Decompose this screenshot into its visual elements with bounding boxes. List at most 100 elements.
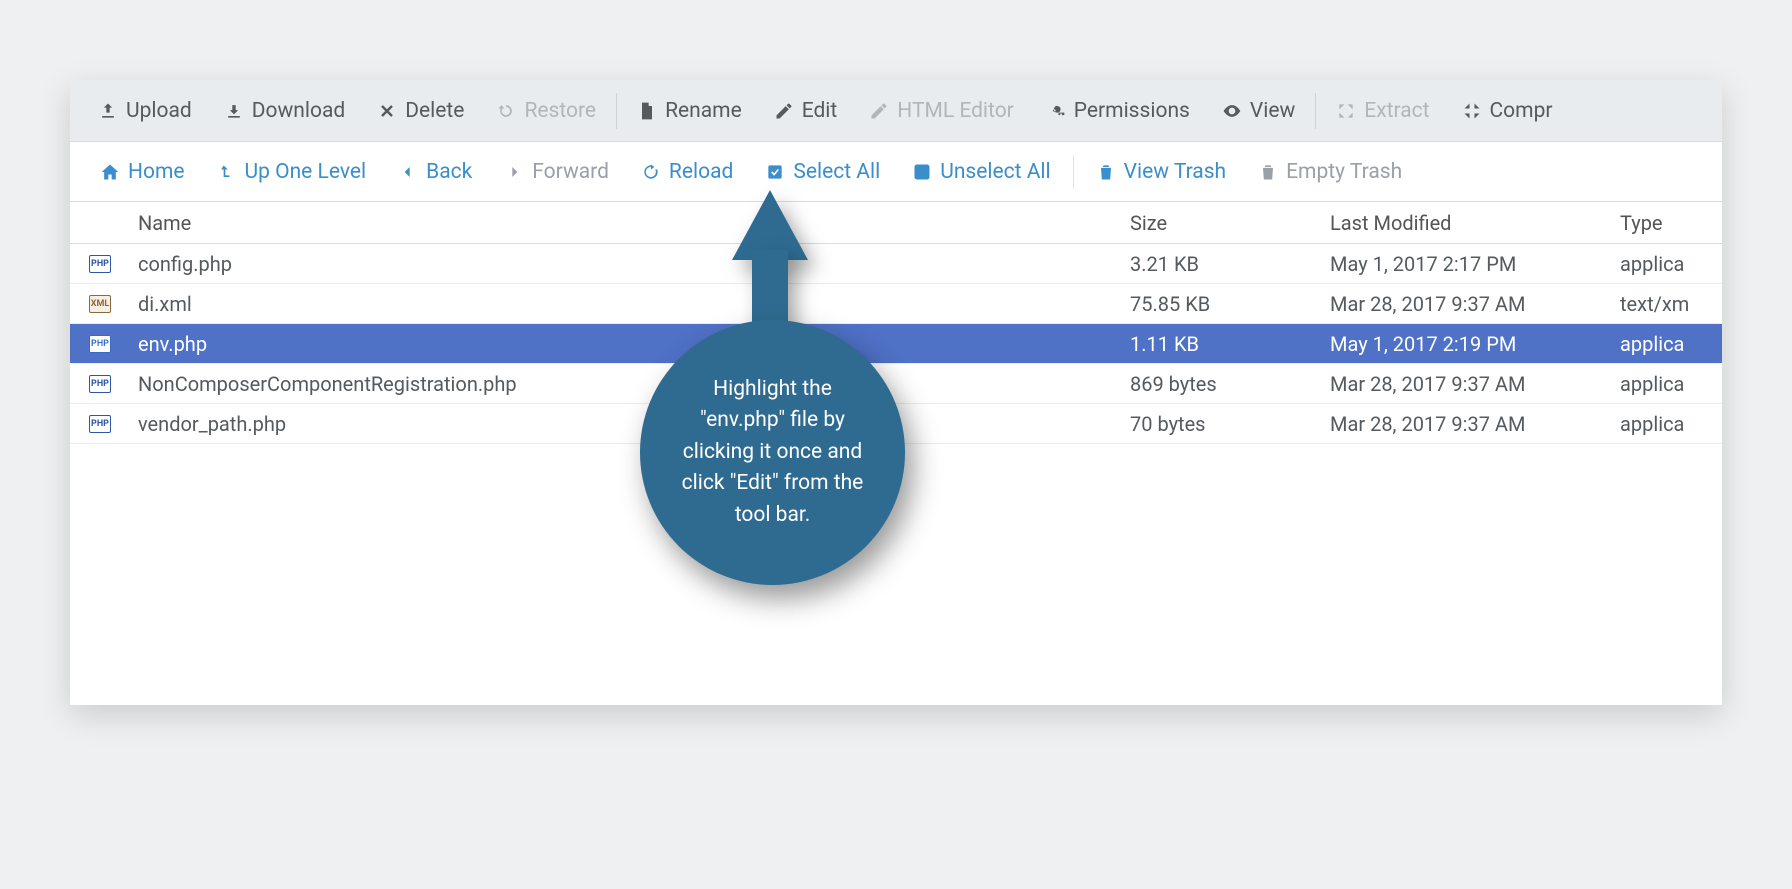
reload-icon — [641, 162, 661, 182]
home-link[interactable]: Home — [84, 142, 201, 201]
restore-icon — [496, 101, 516, 121]
table-body: PHP config.php3.21 KBMay 1, 2017 2:17 PM a… — [70, 244, 1722, 444]
view-trash-link[interactable]: View Trash — [1080, 142, 1243, 201]
unselect-all-label: Unselect All — [940, 160, 1050, 184]
col-type[interactable]: Type — [1612, 211, 1722, 235]
file-name: vendor_path.php — [130, 412, 1122, 436]
html-editor-icon — [869, 101, 889, 121]
download-button[interactable]: Download — [208, 80, 362, 141]
delete-button[interactable]: Delete — [361, 80, 480, 141]
php-file-icon: PHP — [89, 335, 111, 353]
edit-label: Edit — [802, 99, 838, 123]
permissions-label: Permissions — [1074, 99, 1190, 123]
restore-button[interactable]: Restore — [480, 80, 612, 141]
navbar-separator — [1073, 155, 1074, 189]
select-all-icon — [765, 162, 785, 182]
arrow-left-icon — [398, 162, 418, 182]
edit-button[interactable]: Edit — [758, 80, 854, 141]
download-label: Download — [252, 99, 346, 123]
file-type: text/xm — [1612, 292, 1722, 316]
file-table: Name Size Last Modified Type PHP config.p… — [70, 202, 1722, 444]
toolbar-separator — [616, 93, 617, 129]
arrow-right-icon — [504, 162, 524, 182]
rename-button[interactable]: Rename — [621, 80, 758, 141]
delete-icon — [377, 101, 397, 121]
file-modified: May 1, 2017 2:17 PM — [1322, 252, 1612, 276]
file-type: applica — [1612, 372, 1722, 396]
view-trash-label: View Trash — [1124, 160, 1227, 184]
table-row[interactable]: XML di.xml75.85 KBMar 28, 2017 9:37 AMtex… — [70, 284, 1722, 324]
html-editor-button[interactable]: HTML Editor — [853, 80, 1030, 141]
view-button[interactable]: View — [1206, 80, 1311, 141]
delete-label: Delete — [405, 99, 464, 123]
reload-link[interactable]: Reload — [625, 142, 749, 201]
xml-file-icon: XML — [89, 295, 111, 313]
view-label: View — [1250, 99, 1295, 123]
forward-link[interactable]: Forward — [488, 142, 625, 201]
up-one-level-link[interactable]: Up One Level — [201, 142, 383, 201]
file-icon-cell: PHP — [70, 255, 130, 273]
select-all-label: Select All — [793, 160, 880, 184]
home-icon — [100, 162, 120, 182]
table-row[interactable]: PHPvendor_path.php70 bytesMar 28, 2017 9… — [70, 404, 1722, 444]
select-all-link[interactable]: Select All — [749, 142, 896, 201]
empty-trash-link[interactable]: Empty Trash — [1242, 142, 1418, 201]
file-icon-cell: PHP — [70, 335, 130, 353]
upload-icon — [98, 101, 118, 121]
table-header: Name Size Last Modified Type — [70, 202, 1722, 244]
extract-label: Extract — [1364, 99, 1429, 123]
file-size: 70 bytes — [1122, 412, 1322, 436]
file-size: 1.11 KB — [1122, 332, 1322, 356]
pencil-icon — [774, 101, 794, 121]
file-modified: Mar 28, 2017 9:37 AM — [1322, 292, 1612, 316]
file-type: applica — [1612, 332, 1722, 356]
rename-label: Rename — [665, 99, 742, 123]
file-name: di.xml — [130, 292, 1122, 316]
empty-trash-label: Empty Trash — [1286, 160, 1402, 184]
trash-icon — [1096, 162, 1116, 182]
compress-icon — [1462, 101, 1482, 121]
table-row[interactable]: PHP env.php1.11 KBMay 1, 2017 2:19 PMappl… — [70, 324, 1722, 364]
permissions-button[interactable]: Permissions — [1030, 80, 1206, 141]
restore-label: Restore — [524, 99, 596, 123]
eye-icon — [1222, 101, 1242, 121]
back-label: Back — [426, 160, 472, 184]
up-label: Up One Level — [245, 160, 367, 184]
navbar: Home Up One Level Back Forward Reload Se… — [70, 142, 1722, 202]
reload-label: Reload — [669, 160, 733, 184]
file-name: config.php — [130, 252, 1122, 276]
col-last-modified[interactable]: Last Modified — [1322, 211, 1612, 235]
unselect-all-link[interactable]: Unselect All — [896, 142, 1066, 201]
col-size[interactable]: Size — [1122, 211, 1322, 235]
table-row[interactable]: PHPconfig.php3.21 KBMay 1, 2017 2:17 PMa… — [70, 244, 1722, 284]
expand-icon — [1336, 101, 1356, 121]
toolbar: Upload Download Delete Restore Rename Ed… — [70, 80, 1722, 142]
toolbar-separator — [1315, 93, 1316, 129]
file-modified: May 1, 2017 2:19 PM — [1322, 332, 1612, 356]
back-link[interactable]: Back — [382, 142, 488, 201]
php-file-icon: PHP — [89, 375, 111, 393]
key-icon — [1046, 101, 1066, 121]
col-name[interactable]: Name — [130, 211, 1122, 235]
file-size: 869 bytes — [1122, 372, 1322, 396]
extract-button[interactable]: Extract — [1320, 80, 1445, 141]
file-modified: Mar 28, 2017 9:37 AM — [1322, 372, 1612, 396]
file-icon-cell: XML — [70, 295, 130, 313]
forward-label: Forward — [532, 160, 609, 184]
home-label: Home — [128, 160, 185, 184]
html-editor-label: HTML Editor — [897, 99, 1014, 123]
level-up-icon — [217, 162, 237, 182]
upload-label: Upload — [126, 99, 192, 123]
upload-button[interactable]: Upload — [82, 80, 208, 141]
compress-label: Compr — [1490, 99, 1553, 123]
file-size: 75.85 KB — [1122, 292, 1322, 316]
download-icon — [224, 101, 244, 121]
table-row[interactable]: PHP NonComposerComponentRegistration.php8… — [70, 364, 1722, 404]
file-name: NonComposerComponentRegistration.php — [130, 372, 1122, 396]
file-size: 3.21 KB — [1122, 252, 1322, 276]
php-file-icon: PHP — [89, 255, 111, 273]
file-icon-cell: PHP — [70, 415, 130, 433]
file-name: env.php — [130, 332, 1122, 356]
file-type: applica — [1612, 412, 1722, 436]
compress-button[interactable]: Compr — [1446, 80, 1569, 141]
